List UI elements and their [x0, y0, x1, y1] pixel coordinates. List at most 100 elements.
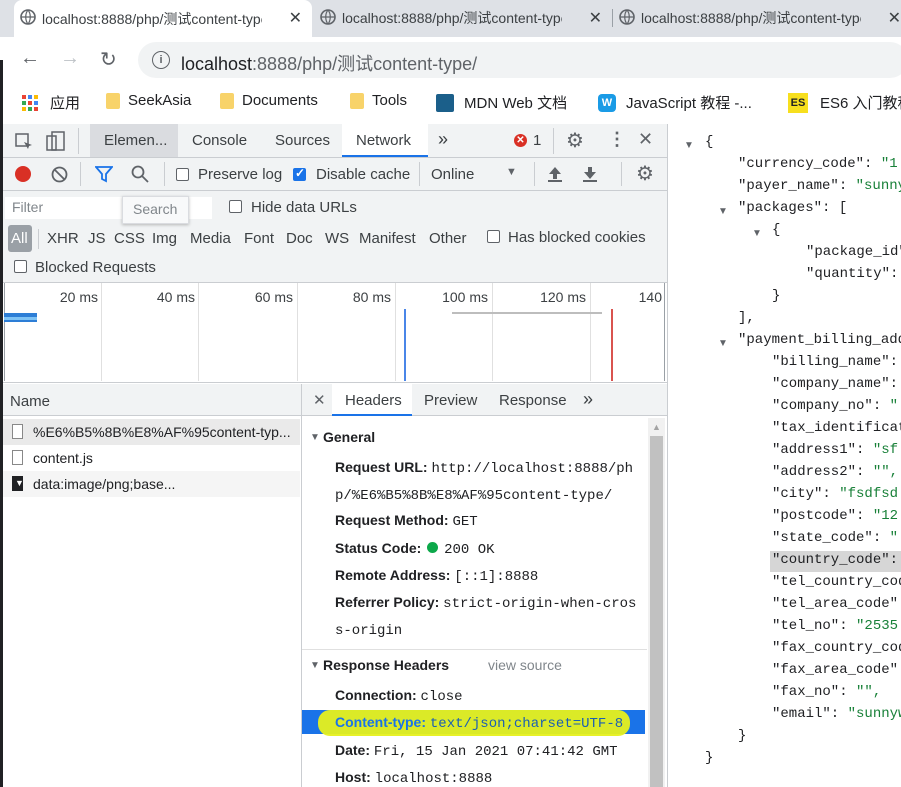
bookmark-label: Tools [372, 92, 408, 109]
request-row[interactable]: ▼ data:image/png;base... [0, 471, 300, 497]
dropdown-arrow-icon[interactable]: ▼ [506, 166, 517, 178]
tab-response[interactable]: Response [499, 392, 567, 409]
collapse-general-icon[interactable]: ▼ [310, 432, 320, 443]
type-filter-manifest[interactable]: Manifest [359, 230, 416, 247]
preserve-log-checkbox[interactable] [176, 168, 189, 181]
json-line: "fax_area_code": [772, 662, 901, 678]
has-blocked-cookies-checkbox[interactable] [487, 230, 500, 243]
collapse-arrow-icon[interactable]: ▼ [718, 338, 728, 349]
tab-console[interactable]: Console [192, 132, 247, 149]
type-filter-media[interactable]: Media [190, 230, 231, 247]
disable-cache-label[interactable]: Disable cache [316, 166, 410, 183]
inspect-element-icon[interactable] [14, 132, 34, 152]
folder-icon [350, 92, 364, 109]
network-settings-gear-icon[interactable]: ⚙ [636, 161, 654, 186]
has-blocked-cookies-label[interactable]: Has blocked cookies [508, 229, 646, 246]
info-icon[interactable]: i [152, 51, 170, 69]
type-filter-doc[interactable]: Doc [286, 230, 313, 247]
json-value: " [881, 530, 899, 546]
json-key: "email": [772, 706, 840, 722]
header-value: p/%E6%B5%8B%E8%AF%95content-type/ [335, 488, 613, 504]
disable-cache-checkbox[interactable] [293, 166, 306, 181]
browser-tab-1[interactable]: localhost:8888/php/测试content-type/ ✕ [14, 0, 312, 37]
reload-icon[interactable]: ↻ [100, 47, 117, 72]
json-line: "company_no": " [772, 398, 898, 414]
tab-sources[interactable]: Sources [275, 132, 330, 149]
collapse-arrow-icon[interactable]: ▼ [684, 140, 694, 151]
close-devtools-icon[interactable]: ✕ [638, 129, 653, 150]
hide-data-urls-checkbox[interactable] [229, 200, 242, 213]
timeline-tick [4, 283, 5, 381]
error-count[interactable]: 1 [533, 132, 541, 149]
type-filter-font[interactable]: Font [244, 230, 274, 247]
json-line: "postcode": "12 [772, 508, 898, 524]
filter-icon[interactable] [95, 166, 113, 183]
timeline-tick-label: 20 ms [59, 289, 98, 305]
scroll-up-icon[interactable]: ▲ [652, 422, 661, 432]
filter-input[interactable]: Filter [12, 199, 43, 215]
collapse-arrow-icon[interactable]: ▼ [718, 206, 728, 217]
json-line: "packages": [ [738, 200, 847, 216]
request-row[interactable]: content.js [0, 445, 300, 471]
json-line: "address2": "", [772, 464, 898, 480]
device-toolbar-icon[interactable] [46, 131, 66, 153]
forward-icon[interactable]: → [60, 47, 80, 70]
type-filter-other[interactable]: Other [429, 230, 467, 247]
blocked-requests-checkbox[interactable] [14, 260, 27, 273]
import-har-icon[interactable] [547, 165, 563, 183]
type-filter-js[interactable]: JS [88, 230, 106, 247]
type-filter-img[interactable]: Img [152, 230, 177, 247]
bookmark-documents[interactable]: Documents [220, 92, 318, 109]
collapse-arrow-icon[interactable]: ▼ [752, 228, 762, 239]
type-filter-all-label[interactable]: All [11, 230, 28, 247]
more-tabs-icon[interactable]: » [438, 129, 448, 150]
bookmark-es6[interactable]: ES ES6 入门教程 [788, 92, 901, 113]
scrollbar-thumb[interactable] [650, 436, 663, 787]
type-filter-css[interactable]: CSS [114, 230, 145, 247]
more-menu-icon[interactable]: ⋮ [608, 129, 626, 150]
browser-tab-2[interactable]: localhost:8888/php/测试content-type/ ✕ [314, 0, 612, 35]
browser-tab-3[interactable]: localhost:8888/php/测试content-type/ ✕ [613, 0, 901, 35]
back-icon[interactable]: ← [20, 47, 40, 70]
type-filter-ws[interactable]: WS [325, 230, 349, 247]
bookmark-mdn[interactable]: MDN Web 文档 [436, 92, 567, 113]
tab-headers-label[interactable]: Headers [345, 392, 402, 409]
bookmark-tools[interactable]: Tools [350, 92, 407, 109]
mdn-logo-icon [436, 93, 454, 112]
status-code-line: Status Code: 200 OK [335, 540, 495, 558]
error-icon[interactable]: ✕ [514, 134, 527, 147]
type-filter-xhr[interactable]: XHR [47, 230, 79, 247]
blocked-requests-label[interactable]: Blocked Requests [35, 259, 156, 276]
close-details-icon[interactable]: ✕ [313, 391, 326, 409]
hide-data-urls-label[interactable]: Hide data URLs [251, 199, 357, 216]
tab-elements-label[interactable]: Elemen... [104, 132, 167, 149]
request-name: content.js [33, 450, 93, 466]
bookmark-seekasia[interactable]: SeekAsia [106, 92, 191, 109]
bookmark-javascript[interactable]: W JavaScript 教程 -... [598, 92, 752, 113]
response-headers-title[interactable]: Response Headers [323, 657, 449, 673]
clear-icon[interactable] [51, 166, 68, 183]
tab-network-label[interactable]: Network [356, 132, 411, 149]
export-har-icon[interactable] [582, 165, 598, 183]
close-icon[interactable]: ✕ [589, 8, 602, 28]
close-icon[interactable]: ✕ [289, 8, 302, 28]
timeline-overview[interactable]: 20 ms 40 ms 60 ms 80 ms 100 ms 120 ms 14… [0, 283, 667, 383]
close-icon[interactable]: ✕ [888, 8, 901, 28]
address-bar[interactable]: i localhost:8888/php/测试content-type/ [138, 42, 901, 78]
more-detail-tabs-icon[interactable]: » [583, 389, 593, 410]
view-source-link[interactable]: view source [488, 657, 562, 673]
throttle-select[interactable]: Online [431, 166, 474, 183]
collapse-response-headers-icon[interactable]: ▼ [310, 660, 320, 671]
bookmark-apps[interactable]: 应用 [22, 92, 80, 113]
name-header-label[interactable]: Name [10, 393, 50, 410]
json-value: "", [864, 464, 899, 480]
record-icon[interactable] [15, 166, 31, 182]
settings-gear-icon[interactable]: ⚙ [566, 128, 584, 153]
preserve-log-label[interactable]: Preserve log [198, 166, 282, 183]
search-icon[interactable] [131, 165, 149, 183]
image-icon-glyph: ▼ [15, 478, 24, 488]
request-name: %E6%B5%8B%E8%AF%95content-typ... [33, 424, 291, 440]
general-section-title[interactable]: General [323, 429, 375, 445]
tab-preview[interactable]: Preview [424, 392, 477, 409]
request-row[interactable]: %E6%B5%8B%E8%AF%95content-typ... [0, 419, 300, 445]
